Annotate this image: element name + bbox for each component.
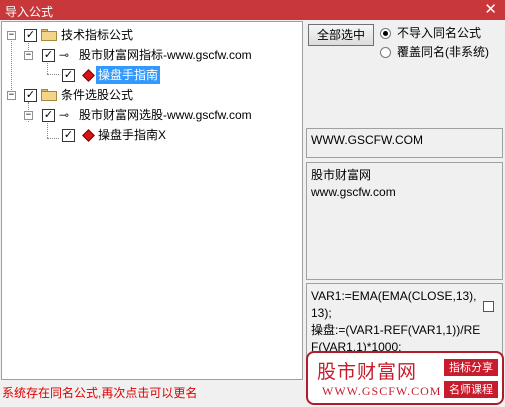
radio-overwrite-duplicates[interactable]: 覆盖同名(非系统) — [380, 44, 502, 60]
brand-watermark: 股市财富网 WWW.GSCFW.COM 指标分享 名师课程 — [306, 351, 504, 405]
code-checkbox[interactable] — [483, 301, 494, 312]
url-field: WWW.GSCFW.COM — [306, 128, 503, 158]
tree-node-indicator-formulas[interactable]: − ✓ 技术指标公式 — [2, 26, 302, 44]
node-checkbox[interactable]: ✓ — [24, 29, 37, 42]
status-message: 系统存在同名公式,再次点击可以更名 — [2, 386, 198, 400]
key-icon: ⊸ — [59, 48, 70, 62]
tree-node-gscfw-selection[interactable]: − ✓ ⊸ 股市财富网选股-www.gscfw.com — [2, 106, 302, 124]
node-checkbox[interactable]: ✓ — [24, 89, 37, 102]
node-checkbox[interactable]: ✓ — [42, 49, 55, 62]
watermark-url: WWW.GSCFW.COM — [322, 384, 442, 398]
collapse-icon[interactable]: − — [7, 91, 16, 100]
url-text: WWW.GSCFW.COM — [311, 133, 423, 147]
formula-tree[interactable]: − ✓ 技术指标公式 − ✓ ⊸ 股市财富网指标-www.gscfw.com ✓… — [1, 21, 303, 380]
formula-icon — [82, 129, 95, 142]
folder-icon — [41, 29, 57, 41]
radio-label: 不导入同名公式 — [397, 26, 482, 40]
tree-node-label: 操盘手指南X — [98, 128, 167, 142]
tree-node-label: 股市财富网选股-www.gscfw.com — [79, 108, 252, 122]
radio-icon[interactable] — [380, 28, 391, 39]
watermark-tag: 名师课程 — [444, 381, 498, 398]
folder-icon — [41, 89, 57, 101]
tree-node-trader-guide[interactable]: ✓ 操盘手指南 — [2, 66, 302, 84]
tree-node-stock-selection-formulas[interactable]: − ✓ 条件选股公式 — [2, 86, 302, 104]
window-title: 导入公式 — [5, 5, 54, 19]
formula-code: VAR1:=EMA(EMA(CLOSE,13),13); 操盘:=(VAR1-R… — [311, 289, 481, 354]
title-bar: 导入公式 ✕ — [0, 0, 505, 20]
radio-skip-duplicates[interactable]: 不导入同名公式 — [380, 25, 502, 41]
collapse-icon[interactable]: − — [24, 111, 33, 120]
node-checkbox[interactable]: ✓ — [62, 129, 75, 142]
tree-node-label: 股市财富网指标-www.gscfw.com — [79, 48, 252, 62]
tree-node-trader-guide-x[interactable]: ✓ 操盘手指南X — [2, 126, 302, 144]
description-line: 股市财富网 — [311, 168, 372, 182]
radio-icon[interactable] — [380, 47, 391, 58]
watermark-tag: 指标分享 — [444, 359, 498, 376]
close-icon[interactable]: ✕ — [484, 1, 497, 19]
node-checkbox[interactable]: ✓ — [62, 69, 75, 82]
watermark-name: 股市财富网 — [317, 361, 418, 383]
formula-icon — [82, 69, 95, 82]
description-line: www.gscfw.com — [311, 185, 396, 199]
radio-label: 覆盖同名(非系统) — [397, 45, 489, 59]
node-checkbox[interactable]: ✓ — [42, 109, 55, 122]
description-box: 股市财富网 www.gscfw.com — [306, 162, 503, 280]
tree-node-label: 技术指标公式 — [61, 28, 134, 42]
select-all-button[interactable]: 全部选中 — [308, 24, 374, 46]
collapse-icon[interactable]: − — [7, 31, 16, 40]
tree-node-label: 操盘手指南 — [96, 66, 161, 84]
tree-node-label: 条件选股公式 — [61, 88, 134, 102]
tree-node-gscfw-indicator[interactable]: − ✓ ⊸ 股市财富网指标-www.gscfw.com — [2, 46, 302, 64]
collapse-icon[interactable]: − — [24, 51, 33, 60]
key-icon: ⊸ — [59, 108, 70, 122]
